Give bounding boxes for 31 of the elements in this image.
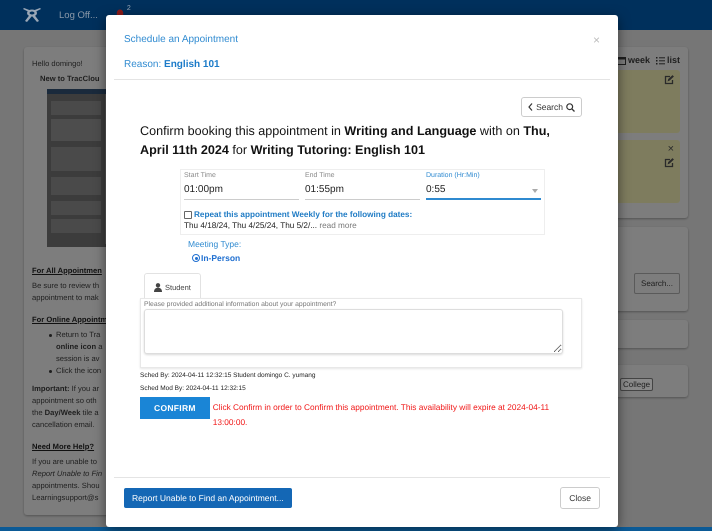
- search-button[interactable]: Search...: [634, 273, 680, 294]
- caret-icon: [532, 189, 538, 193]
- confirm-button[interactable]: CONFIRM: [140, 397, 210, 419]
- repeat-label: Repeat this appointment Weekly for the following dates:: [194, 210, 412, 219]
- back-search-button[interactable]: Search: [521, 97, 582, 117]
- college-button[interactable]: College: [620, 378, 654, 391]
- calendar-icon: [616, 56, 626, 64]
- reason-text: Reason: English 101: [124, 59, 220, 70]
- report-button[interactable]: Report Unable to Find an Appointment...: [124, 488, 292, 508]
- view-toggle[interactable]: list: [656, 55, 680, 65]
- edit-icon[interactable]: [664, 158, 674, 168]
- view-toggle[interactable]: week: [616, 55, 650, 65]
- list-icon: [656, 56, 665, 64]
- edit-icon[interactable]: [664, 75, 674, 85]
- search-icon: [566, 102, 575, 112]
- user-icon: [154, 283, 162, 292]
- repeat-dates: Thu 4/18/24, Thu 4/25/24, Thu 5/2/... read more: [184, 221, 358, 230]
- notes-input[interactable]: [144, 309, 563, 354]
- meeting-type-option[interactable]: In-Person: [192, 253, 582, 263]
- read-more-link[interactable]: read more: [319, 221, 357, 230]
- chevron-icon: [528, 103, 534, 111]
- repeat-checkbox[interactable]: [184, 210, 192, 218]
- close-button[interactable]: Close: [560, 487, 600, 509]
- expiry-message: Click Confirm in order to Confirm this appointment. This availability will expire at 2024-04-11 13:00:00.: [212, 401, 550, 429]
- logo-icon[interactable]: [22, 8, 42, 22]
- radio-button[interactable]: [192, 254, 200, 262]
- meeting-type-label: Meeting Type:: [188, 239, 242, 249]
- log-off-link[interactable]: Log Off...: [59, 10, 98, 20]
- dialog-title: Schedule an Appointment: [124, 34, 238, 45]
- close-icon[interactable]: ×: [668, 145, 674, 154]
- confirmation-heading: Confirm booking this appointment in Writing and Language with on Thu, April 11th 2024 for Writing Tutoring: English 101: [140, 123, 551, 159]
